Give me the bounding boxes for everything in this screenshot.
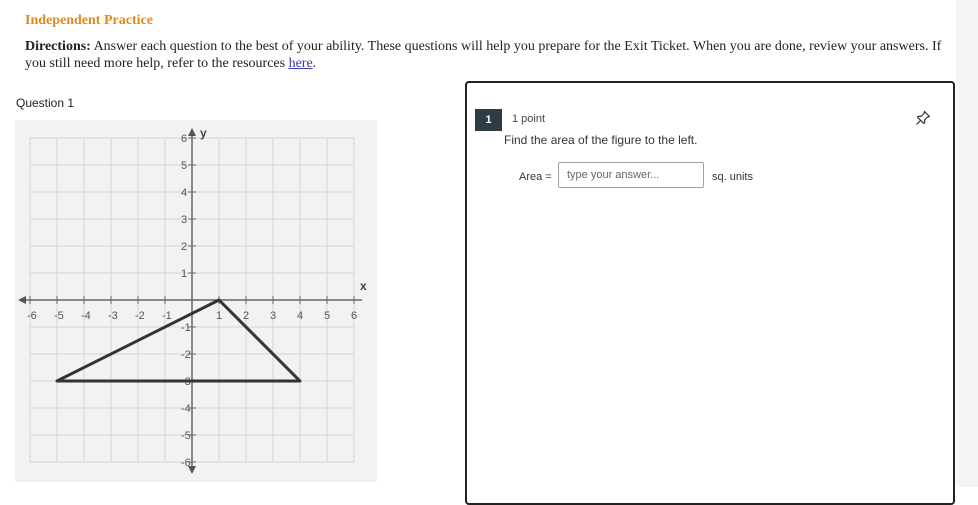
y-tick-label: 5 bbox=[181, 160, 187, 172]
x-tick-label: -3 bbox=[108, 310, 118, 322]
x-tick-label: 3 bbox=[270, 310, 276, 322]
graph-background bbox=[15, 120, 377, 482]
question-panel: 1 1 point Find the area of the figure to… bbox=[465, 81, 955, 505]
resources-link[interactable]: here bbox=[289, 56, 313, 71]
units-label: sq. units bbox=[712, 171, 753, 183]
question-label: Question 1 bbox=[16, 96, 75, 110]
y-tick-label: 1 bbox=[181, 268, 187, 280]
y-tick-label: -6 bbox=[181, 457, 191, 469]
directions-end: . bbox=[312, 56, 317, 71]
x-tick-label: -5 bbox=[54, 310, 64, 322]
x-tick-label: 2 bbox=[243, 310, 249, 322]
page-title: Independent Practice bbox=[25, 13, 153, 28]
x-tick-label: 1 bbox=[216, 310, 222, 322]
x-tick-label: -2 bbox=[135, 310, 145, 322]
x-tick-label: 6 bbox=[351, 310, 357, 322]
x-tick-label: -4 bbox=[81, 310, 91, 322]
y-tick-label: 4 bbox=[181, 187, 187, 199]
y-tick-label: -5 bbox=[181, 430, 191, 442]
scrollbar-track[interactable] bbox=[956, 0, 978, 487]
x-tick-label: 5 bbox=[324, 310, 330, 322]
x-tick-label: 4 bbox=[297, 310, 303, 322]
y-axis-label: y bbox=[200, 126, 207, 140]
pin-icon[interactable] bbox=[915, 110, 931, 126]
x-tick-label: -6 bbox=[27, 310, 37, 322]
y-tick-label: -4 bbox=[181, 403, 191, 415]
y-tick-label: -1 bbox=[181, 322, 191, 334]
directions-label: Directions: bbox=[25, 39, 91, 54]
question-number-badge: 1 bbox=[475, 109, 502, 131]
directions: Directions: Answer each question to the … bbox=[25, 38, 955, 72]
coordinate-graph: -6 -5 -4 -3 -2 -1 1 2 3 4 5 6654321-1-2-3-4-5-6xy bbox=[15, 120, 377, 482]
y-tick-label: 3 bbox=[181, 214, 187, 226]
area-label: Area = bbox=[519, 171, 552, 183]
x-axis-label: x bbox=[360, 279, 367, 293]
y-tick-label: -2 bbox=[181, 349, 191, 361]
y-tick-label: 6 bbox=[181, 133, 187, 145]
x-tick-label: -1 bbox=[162, 310, 172, 322]
points-label: 1 point bbox=[512, 113, 546, 125]
directions-text: Answer each question to the best of your… bbox=[25, 39, 942, 71]
answer-input[interactable] bbox=[558, 162, 704, 188]
question-prompt: Find the area of the figure to the left. bbox=[504, 133, 698, 147]
y-tick-label: 2 bbox=[181, 241, 187, 253]
